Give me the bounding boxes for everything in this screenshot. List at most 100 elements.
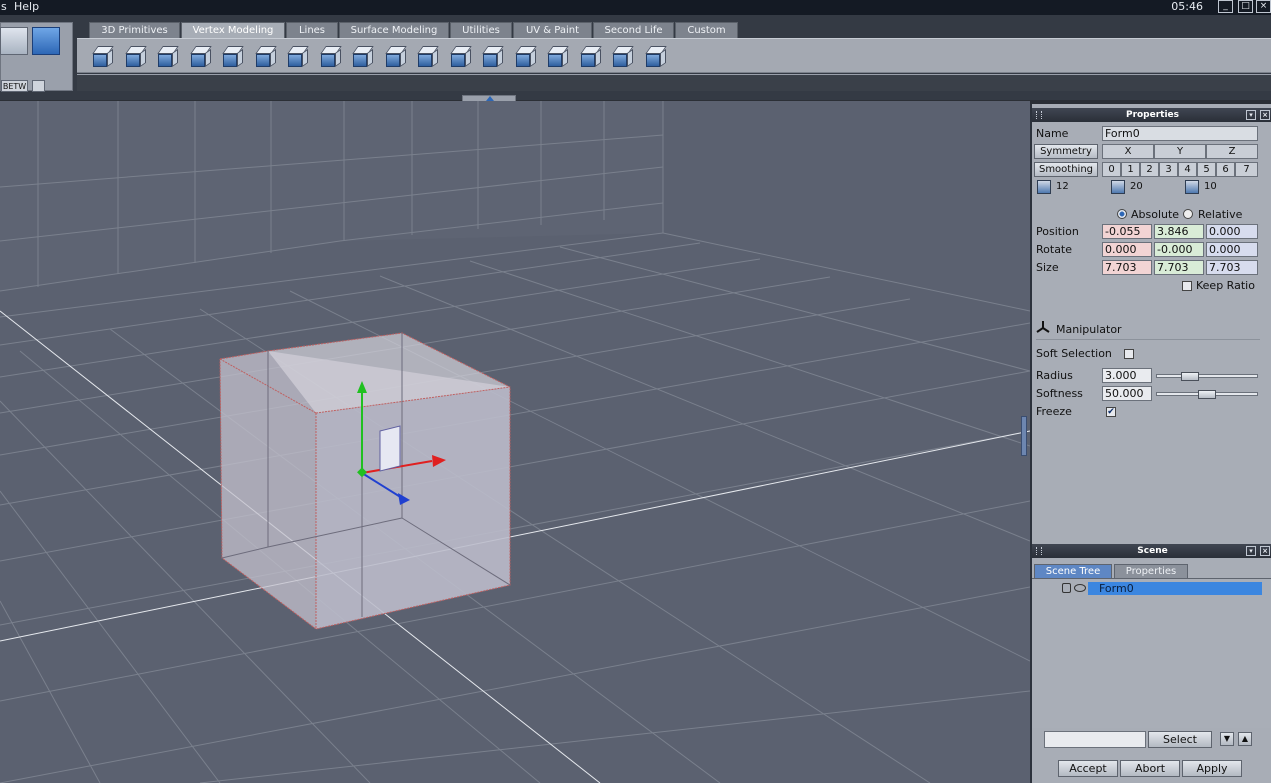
- keep-ratio-label: Keep Ratio: [1196, 279, 1255, 292]
- position-y-field[interactable]: 3.846: [1154, 224, 1204, 239]
- smoothing-level-7[interactable]: 7: [1235, 162, 1258, 177]
- minimize-button[interactable]: _: [1218, 0, 1233, 13]
- smoothing-button[interactable]: Smoothing: [1034, 162, 1098, 177]
- move-up-icon[interactable]: ▲: [1238, 732, 1252, 746]
- softness-slider-thumb[interactable]: [1198, 390, 1216, 399]
- abort-button[interactable]: Abort: [1120, 760, 1180, 777]
- scene-title: Scene: [1137, 546, 1168, 556]
- close-button[interactable]: ×: [1256, 0, 1271, 13]
- face-count-icon: [1185, 180, 1199, 194]
- clock: 05:46: [1171, 0, 1203, 13]
- menu-item-s[interactable]: s: [1, 0, 7, 13]
- smoothing-level-4[interactable]: 4: [1178, 162, 1197, 177]
- cube-extrude-icon[interactable]: [89, 43, 117, 70]
- position-z-field[interactable]: 0.000: [1206, 224, 1258, 239]
- tab-second-life[interactable]: Second Life: [593, 22, 674, 38]
- smoothing-level-2[interactable]: 2: [1140, 162, 1159, 177]
- smoothing-level-0[interactable]: 0: [1102, 162, 1121, 177]
- tab-utilities[interactable]: Utilities: [450, 22, 512, 38]
- smoothing-level-3[interactable]: 3: [1159, 162, 1178, 177]
- viewport-side-handle[interactable]: [1021, 416, 1027, 456]
- freeze-checkbox[interactable]: ✔: [1106, 407, 1116, 417]
- rotate-x-field[interactable]: 0.000: [1102, 242, 1152, 257]
- lock-icon[interactable]: [1062, 583, 1071, 593]
- freeze-label: Freeze: [1036, 405, 1072, 418]
- menu-item-help[interactable]: Help: [14, 0, 39, 13]
- eye-icon[interactable]: [1074, 584, 1086, 592]
- right-panel: Properties ▾ × Name Form0 Symmetry X Y Z…: [1030, 104, 1271, 783]
- add-vertex-icon[interactable]: [609, 43, 637, 70]
- size-x-field[interactable]: 7.703: [1102, 260, 1152, 275]
- tab-vertex-modeling[interactable]: Vertex Modeling: [181, 22, 285, 38]
- cube-bend-icon[interactable]: [284, 43, 312, 70]
- cube-knife-icon[interactable]: [479, 43, 507, 70]
- cube-face-icon[interactable]: [187, 43, 215, 70]
- size-z-field[interactable]: 7.703: [1206, 260, 1258, 275]
- tab-custom[interactable]: Custom: [675, 22, 738, 38]
- tab-uv-paint[interactable]: UV & Paint: [513, 22, 592, 38]
- name-field[interactable]: Form0: [1102, 126, 1258, 141]
- tab-scene-tree[interactable]: Scene Tree: [1034, 564, 1112, 578]
- move-down-icon[interactable]: ▼: [1220, 732, 1234, 746]
- radius-slider[interactable]: [1156, 374, 1258, 378]
- radius-field[interactable]: 3.000: [1102, 368, 1152, 383]
- close-icon[interactable]: ×: [1260, 546, 1270, 556]
- grip-icon[interactable]: [1036, 547, 1042, 555]
- cube-bevel-icon[interactable]: [382, 43, 410, 70]
- remove-vertex-icon[interactable]: [642, 43, 670, 70]
- cube-subdivide-icon[interactable]: [414, 43, 442, 70]
- smoothing-level-6[interactable]: 6: [1216, 162, 1235, 177]
- floor-grid: [0, 232, 1030, 783]
- cube-edit-icon[interactable]: [219, 43, 247, 70]
- softness-field[interactable]: 50.000: [1102, 386, 1152, 401]
- tree-item-form0[interactable]: Form0: [1088, 582, 1262, 595]
- rotate-z-field[interactable]: 0.000: [1206, 242, 1258, 257]
- position-x-field[interactable]: -0.055: [1102, 224, 1152, 239]
- cube-cut-icon[interactable]: [252, 43, 280, 70]
- symmetry-x[interactable]: X: [1102, 144, 1154, 159]
- tab-scene-properties[interactable]: Properties: [1114, 564, 1188, 578]
- soft-selection-checkbox[interactable]: [1124, 349, 1134, 359]
- size-y-field[interactable]: 7.703: [1154, 260, 1204, 275]
- selected-cube[interactable]: [219, 332, 511, 630]
- tab-lines[interactable]: Lines: [286, 22, 338, 38]
- divider: [1036, 339, 1260, 340]
- accept-button[interactable]: Accept: [1058, 760, 1118, 777]
- object-mode-button[interactable]: [0, 27, 28, 55]
- cube-mirror-icon[interactable]: [512, 43, 540, 70]
- relative-radio[interactable]: [1183, 209, 1193, 219]
- symmetry-z[interactable]: Z: [1206, 144, 1258, 159]
- mode-box: BETW: [0, 22, 73, 92]
- select-input[interactable]: [1044, 731, 1146, 748]
- rotate-y-field[interactable]: -0.000: [1154, 242, 1204, 257]
- cube-slice-icon[interactable]: [349, 43, 377, 70]
- rotate-label: Rotate: [1036, 243, 1073, 256]
- maximize-button[interactable]: □: [1238, 0, 1253, 13]
- symmetry-y[interactable]: Y: [1154, 144, 1206, 159]
- grip-icon[interactable]: [1036, 111, 1042, 119]
- apply-button[interactable]: Apply: [1182, 760, 1242, 777]
- vertex-mode-button[interactable]: [32, 27, 60, 55]
- grid-toggle-icon[interactable]: [32, 80, 45, 92]
- symmetry-button[interactable]: Symmetry: [1034, 144, 1098, 159]
- tab-surface-modeling[interactable]: Surface Modeling: [339, 22, 449, 38]
- tab-3d-primitives[interactable]: 3D Primitives: [89, 22, 180, 38]
- radius-slider-thumb[interactable]: [1181, 372, 1200, 381]
- 3d-viewport[interactable]: [0, 101, 1030, 783]
- absolute-radio[interactable]: [1117, 209, 1127, 219]
- cube-twist-icon[interactable]: [447, 43, 475, 70]
- cube-select-icon[interactable]: [122, 43, 150, 70]
- dropdown-icon[interactable]: ▾: [1246, 110, 1256, 120]
- betw-button[interactable]: BETW: [1, 80, 28, 92]
- select-button[interactable]: Select: [1148, 731, 1212, 748]
- cube-weld-icon[interactable]: [317, 43, 345, 70]
- keep-ratio-checkbox[interactable]: [1182, 281, 1192, 291]
- cube-lathe-icon[interactable]: [577, 43, 605, 70]
- smoothing-level-5[interactable]: 5: [1197, 162, 1216, 177]
- cube-smooth-icon[interactable]: [544, 43, 572, 70]
- cube-solid-icon[interactable]: [154, 43, 182, 70]
- smoothing-level-1[interactable]: 1: [1121, 162, 1140, 177]
- close-icon[interactable]: ×: [1260, 110, 1270, 120]
- dropdown-icon[interactable]: ▾: [1246, 546, 1256, 556]
- scene-title-bar: Scene ▾ ×: [1032, 544, 1271, 558]
